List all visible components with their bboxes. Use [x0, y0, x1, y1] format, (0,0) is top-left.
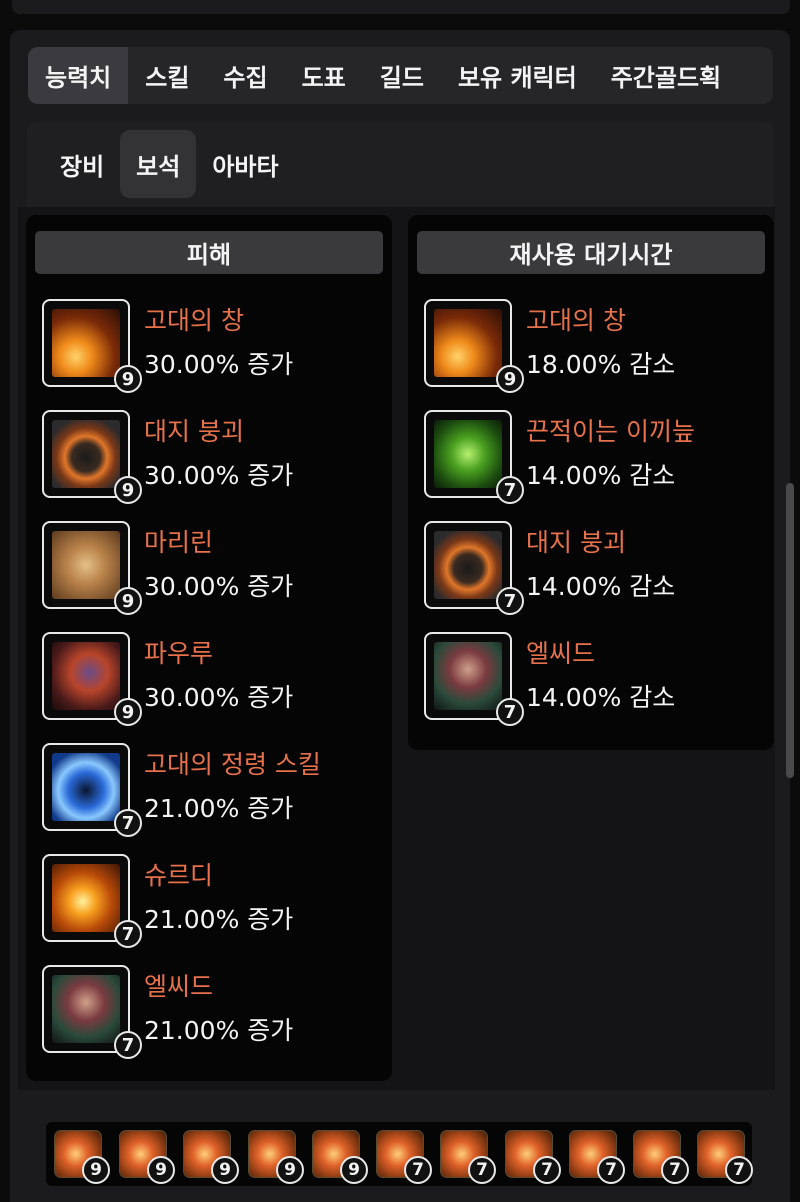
- gem-row[interactable]: 7 대지 붕괴 14.00% 감소: [424, 521, 764, 617]
- gem-row[interactable]: 9 고대의 창 18.00% 감소: [424, 299, 764, 395]
- gem-effect-value: 21.00% 증가: [144, 905, 294, 934]
- shurdi-icon[interactable]: 7: [42, 854, 142, 948]
- gem-effect-value: 14.00% 감소: [526, 683, 676, 712]
- equipped-gem-icon[interactable]: 7: [697, 1130, 753, 1184]
- gem-row[interactable]: 7 고대의 정령 스킬 21.00% 증가: [42, 743, 382, 839]
- elsid-icon[interactable]: 7: [42, 965, 142, 1059]
- equipped-gem-icon[interactable]: 7: [440, 1130, 496, 1184]
- damage-header: 피해: [35, 231, 383, 274]
- gem-skill-name: 끈적이는 이끼늪: [526, 417, 695, 446]
- gem-effect-value: 21.00% 증가: [144, 794, 294, 823]
- gem-skill-name: 고대의 정령 스킬: [144, 750, 321, 779]
- gem-skill-name: 마리린: [144, 528, 214, 557]
- damage-gem-column: 피해 9 고대의 창 30.00% 증가 9 대지 붕괴 30.00% 증가 9…: [26, 215, 392, 1081]
- gem-row[interactable]: 9 고대의 창 30.00% 증가: [42, 299, 382, 395]
- sub-tab-bar: 장비 보석 아바타: [44, 130, 295, 198]
- gem-skill-name: 고대의 창: [526, 306, 626, 335]
- sticky-moss-swamp-icon[interactable]: 7: [424, 410, 524, 504]
- tab-guild[interactable]: 길드: [363, 47, 441, 104]
- gem-level-badge: 7: [404, 1156, 432, 1184]
- gem-level-badge: 7: [114, 809, 142, 837]
- ancient-spear-icon[interactable]: 9: [42, 299, 142, 393]
- gem-level-badge: 7: [114, 920, 142, 948]
- gem-skill-name: 대지 붕괴: [144, 417, 244, 446]
- gem-level-badge: 9: [82, 1156, 110, 1184]
- sub-tab-gems[interactable]: 보석: [120, 130, 197, 198]
- gem-effect-value: 14.00% 감소: [526, 572, 676, 601]
- gem-row[interactable]: 9 마리린 30.00% 증가: [42, 521, 382, 617]
- gem-level-badge: 7: [496, 587, 524, 615]
- gem-row[interactable]: 9 대지 붕괴 30.00% 증가: [42, 410, 382, 506]
- gem-row[interactable]: 7 슈르디 21.00% 증가: [42, 854, 382, 950]
- equipped-gem-icon[interactable]: 7: [505, 1130, 561, 1184]
- tab-owned-characters[interactable]: 보유 캐릭터: [441, 47, 594, 104]
- gem-effect-value: 14.00% 감소: [526, 461, 676, 490]
- equipped-gem-icon[interactable]: 9: [54, 1130, 110, 1184]
- gem-skill-name: 엘씨드: [144, 972, 214, 1001]
- mariline-icon[interactable]: 9: [42, 521, 142, 615]
- gem-level-badge: 7: [725, 1156, 753, 1184]
- tab-skills[interactable]: 스킬: [128, 47, 206, 104]
- gem-level-badge: 7: [114, 1031, 142, 1059]
- gem-row[interactable]: 7 엘씨드 14.00% 감소: [424, 632, 764, 728]
- cooldown-header: 재사용 대기시간: [417, 231, 765, 274]
- earth-collapse-icon[interactable]: 9: [42, 410, 142, 504]
- sub-tab-equipment[interactable]: 장비: [44, 130, 120, 198]
- gem-level-badge: 7: [533, 1156, 561, 1184]
- tab-stats[interactable]: 능력치: [28, 47, 129, 104]
- gem-level-badge: 7: [496, 476, 524, 504]
- top-bar-edge: [12, 0, 790, 14]
- gem-level-badge: 7: [468, 1156, 496, 1184]
- gem-level-badge: 9: [114, 587, 142, 615]
- gem-level-badge: 9: [114, 476, 142, 504]
- equipped-gem-icon[interactable]: 7: [376, 1130, 432, 1184]
- gem-effect-value: 30.00% 증가: [144, 350, 294, 379]
- gem-row[interactable]: 7 끈적이는 이끼늪 14.00% 감소: [424, 410, 764, 506]
- sub-tab-avatar[interactable]: 아바타: [196, 130, 294, 198]
- gem-level-badge: 9: [340, 1156, 368, 1184]
- gem-level-badge: 9: [147, 1156, 175, 1184]
- scrollbar-thumb[interactable]: [786, 483, 794, 778]
- gem-level-badge: 7: [496, 698, 524, 726]
- tab-collection[interactable]: 수집: [206, 47, 284, 104]
- gem-skill-name: 대지 붕괴: [526, 528, 626, 557]
- equipped-gem-icon[interactable]: 9: [312, 1130, 368, 1184]
- main-tab-bar: 능력치 스킬 수집 도표 길드 보유 캐릭터 주간골드획: [28, 47, 773, 104]
- gem-row[interactable]: 9 파우루 30.00% 증가: [42, 632, 382, 728]
- equipped-gem-icon[interactable]: 7: [569, 1130, 625, 1184]
- gem-level-badge: 7: [661, 1156, 689, 1184]
- gem-skill-name: 슈르디: [144, 861, 214, 890]
- gem-effect-value: 30.00% 증가: [144, 461, 294, 490]
- tab-weekly-gold[interactable]: 주간골드획: [594, 47, 738, 104]
- gem-effect-value: 30.00% 증가: [144, 683, 294, 712]
- equipped-gem-icon[interactable]: 9: [119, 1130, 175, 1184]
- elsid-icon[interactable]: 7: [424, 632, 524, 726]
- tab-chart[interactable]: 도표: [285, 47, 363, 104]
- pauru-icon[interactable]: 9: [42, 632, 142, 726]
- cooldown-gem-column: 재사용 대기시간 9 고대의 창 18.00% 감소 7 끈적이는 이끼늪 14…: [408, 215, 774, 750]
- equipped-gem-icon[interactable]: 7: [633, 1130, 689, 1184]
- gem-skill-name: 엘씨드: [526, 639, 596, 668]
- gem-skill-name: 파우루: [144, 639, 214, 668]
- gem-level-badge: 7: [597, 1156, 625, 1184]
- gem-effect-value: 30.00% 증가: [144, 572, 294, 601]
- ancient-spirit-skill-icon[interactable]: 7: [42, 743, 142, 837]
- gem-skill-name: 고대의 창: [144, 306, 244, 335]
- gem-level-badge: 9: [114, 365, 142, 393]
- gem-row[interactable]: 7 엘씨드 21.00% 증가: [42, 965, 382, 1061]
- gem-level-badge: 9: [276, 1156, 304, 1184]
- ancient-spear-icon[interactable]: 9: [424, 299, 524, 393]
- gem-level-badge: 9: [496, 365, 524, 393]
- gem-level-badge: 9: [114, 698, 142, 726]
- gem-effect-value: 18.00% 감소: [526, 350, 676, 379]
- equipped-gem-icon[interactable]: 9: [183, 1130, 239, 1184]
- equipped-gem-icon[interactable]: 9: [248, 1130, 304, 1184]
- earth-collapse-icon[interactable]: 7: [424, 521, 524, 615]
- gem-level-badge: 9: [211, 1156, 239, 1184]
- gem-effect-value: 21.00% 증가: [144, 1016, 294, 1045]
